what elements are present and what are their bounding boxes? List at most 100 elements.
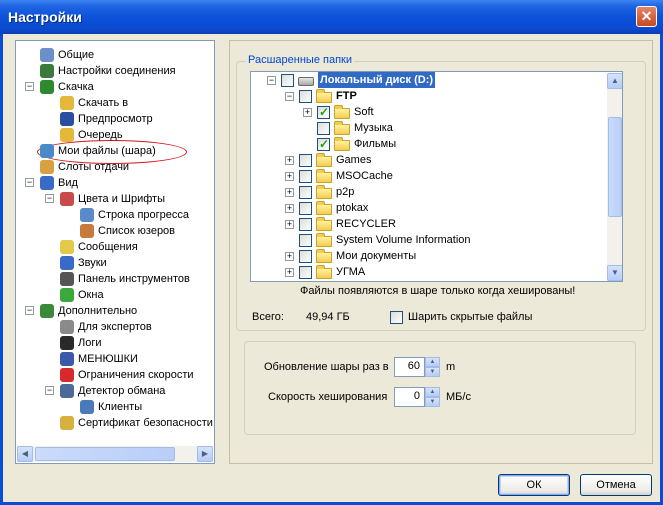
expand-icon[interactable]: +	[285, 204, 294, 213]
scroll-left-button[interactable]: ◀	[17, 446, 33, 462]
ok-button[interactable]: ОК	[498, 474, 570, 496]
folder-row[interactable]: + Games	[251, 152, 605, 168]
nav-item[interactable]: Ограничения скорости	[16, 367, 214, 383]
scroll-thumb[interactable]	[608, 117, 622, 217]
folder-label: Мои документы	[336, 250, 417, 262]
nav-item[interactable]: Панель инструментов	[16, 271, 214, 287]
nav-item[interactable]: Предпросмотр	[16, 111, 214, 127]
messages-icon	[60, 240, 74, 254]
cancel-button[interactable]: Отмена	[580, 474, 652, 496]
folder-checkbox[interactable]	[299, 250, 312, 263]
nav-horizontal-scrollbar[interactable]: ◀ ▶	[17, 446, 213, 462]
nav-item[interactable]: Сертификат безопасности	[16, 415, 214, 431]
nav-item[interactable]: − Детектор обмана	[16, 383, 214, 399]
spin-down-button[interactable]: ▼	[425, 397, 440, 407]
nav-item[interactable]: − Цвета и Шрифты	[16, 191, 214, 207]
folder-checkbox[interactable]	[299, 170, 312, 183]
share-hidden-files-label[interactable]: Шарить скрытые файлы	[408, 311, 532, 323]
nav-item[interactable]: Клиенты	[16, 399, 214, 415]
nav-item[interactable]: МЕНЮШКИ	[16, 351, 214, 367]
share-hidden-files-checkbox[interactable]	[390, 311, 403, 324]
folder-checkbox[interactable]	[299, 218, 312, 231]
folder-row[interactable]: + p2p	[251, 184, 605, 200]
nav-item[interactable]: Окна	[16, 287, 214, 303]
shared-folders-legend: Расшаренные папки	[246, 54, 354, 66]
close-button[interactable]: ✕	[636, 6, 657, 27]
nav-item[interactable]: Общие	[16, 47, 214, 63]
refresh-interval-spinner[interactable]: ▲ ▼	[425, 357, 440, 377]
expand-icon[interactable]: +	[285, 220, 294, 229]
nav-item[interactable]: Сообщения	[16, 239, 214, 255]
folder-row[interactable]: + ptokax	[251, 200, 605, 216]
collapse-icon[interactable]: −	[25, 306, 34, 315]
refresh-unit: m	[446, 361, 456, 373]
expand-icon[interactable]: +	[285, 252, 294, 261]
expand-icon[interactable]: +	[303, 108, 312, 117]
folder-row[interactable]: System Volume Information	[251, 232, 605, 248]
drive-row[interactable]: − Локальный диск (D:)	[251, 72, 605, 88]
settings-nav-tree[interactable]: ◀ ▶ Общие Настройки соединения − Скачка Скач…	[15, 40, 215, 464]
nav-item[interactable]: Строка прогресса	[16, 207, 214, 223]
folder-checkbox[interactable]	[299, 234, 312, 247]
expand-icon[interactable]: +	[285, 188, 294, 197]
scroll-right-button[interactable]: ▶	[197, 446, 213, 462]
expand-icon[interactable]: +	[285, 268, 294, 277]
scroll-down-button[interactable]: ▼	[607, 265, 622, 281]
collapse-icon[interactable]: −	[25, 178, 34, 187]
nav-item[interactable]: − Дополнительно	[16, 303, 214, 319]
nav-item[interactable]: Настройки соединения	[16, 63, 214, 79]
scroll-up-button[interactable]: ▲	[607, 73, 622, 89]
refresh-interval-input[interactable]: 60	[394, 357, 425, 377]
folder-checkbox[interactable]	[299, 202, 312, 215]
nav-item[interactable]: − Вид	[16, 175, 214, 191]
hash-speed-input[interactable]: 0	[394, 387, 425, 407]
nav-item[interactable]: Для экспертов	[16, 319, 214, 335]
collapse-icon[interactable]: −	[25, 82, 34, 91]
nav-item[interactable]: Скачать в	[16, 95, 214, 111]
folder-checkbox[interactable]	[299, 186, 312, 199]
folder-row[interactable]: Фильмы	[251, 136, 605, 152]
collapse-icon[interactable]: −	[285, 92, 294, 101]
folder-row[interactable]: + УГМА	[251, 264, 605, 280]
folder-tree-vertical-scrollbar[interactable]: ▲ ▼	[607, 73, 622, 281]
folder-checkbox[interactable]	[299, 266, 312, 279]
windows-icon	[60, 288, 74, 302]
folder-icon	[60, 96, 74, 110]
nav-item[interactable]: Мои файлы (шара)	[16, 143, 214, 159]
folder-checkbox[interactable]	[281, 74, 294, 87]
nav-item[interactable]: Очередь	[16, 127, 214, 143]
spin-up-button[interactable]: ▲	[425, 387, 440, 397]
folder-checkbox[interactable]	[317, 136, 330, 152]
nav-item[interactable]: Звуки	[16, 255, 214, 271]
scroll-thumb[interactable]	[35, 447, 175, 461]
folder-row[interactable]: + MSOCache	[251, 168, 605, 184]
close-icon: ✕	[640, 8, 653, 24]
spin-down-button[interactable]: ▼	[425, 367, 440, 377]
expand-icon[interactable]: +	[285, 172, 294, 181]
collapse-icon[interactable]: −	[267, 76, 276, 85]
nav-item[interactable]: − Скачка	[16, 79, 214, 95]
folder-tree[interactable]: ▲ ▼ − Локальный диск (D:) − FTP + Soft Музыка Ф…	[250, 71, 623, 282]
detector-icon	[60, 384, 74, 398]
folder-row[interactable]: − FTP	[251, 88, 605, 104]
folder-row[interactable]: + RECYCLER	[251, 216, 605, 232]
folder-row[interactable]: + Soft	[251, 104, 605, 120]
folder-checkbox[interactable]	[317, 122, 330, 135]
nav-item[interactable]: Логи	[16, 335, 214, 351]
folder-row[interactable]: + Мои документы	[251, 248, 605, 264]
hash-speed-spinner[interactable]: ▲ ▼	[425, 387, 440, 407]
speed-limit-icon	[60, 368, 74, 382]
collapse-icon[interactable]: −	[45, 194, 54, 203]
spin-up-button[interactable]: ▲	[425, 357, 440, 367]
nav-item[interactable]: Список юзеров	[16, 223, 214, 239]
queue-icon	[60, 128, 74, 142]
folder-row[interactable]: Музыка	[251, 120, 605, 136]
expand-icon[interactable]: +	[285, 156, 294, 165]
nav-item-label: Окна	[78, 289, 104, 301]
nav-item[interactable]: Слоты отдачи	[16, 159, 214, 175]
folder-checkbox[interactable]	[299, 90, 312, 103]
title-bar[interactable]: Настройки ✕	[0, 0, 663, 34]
collapse-icon[interactable]: −	[45, 386, 54, 395]
folder-checkbox[interactable]	[299, 154, 312, 167]
folder-checkbox[interactable]	[317, 104, 330, 120]
